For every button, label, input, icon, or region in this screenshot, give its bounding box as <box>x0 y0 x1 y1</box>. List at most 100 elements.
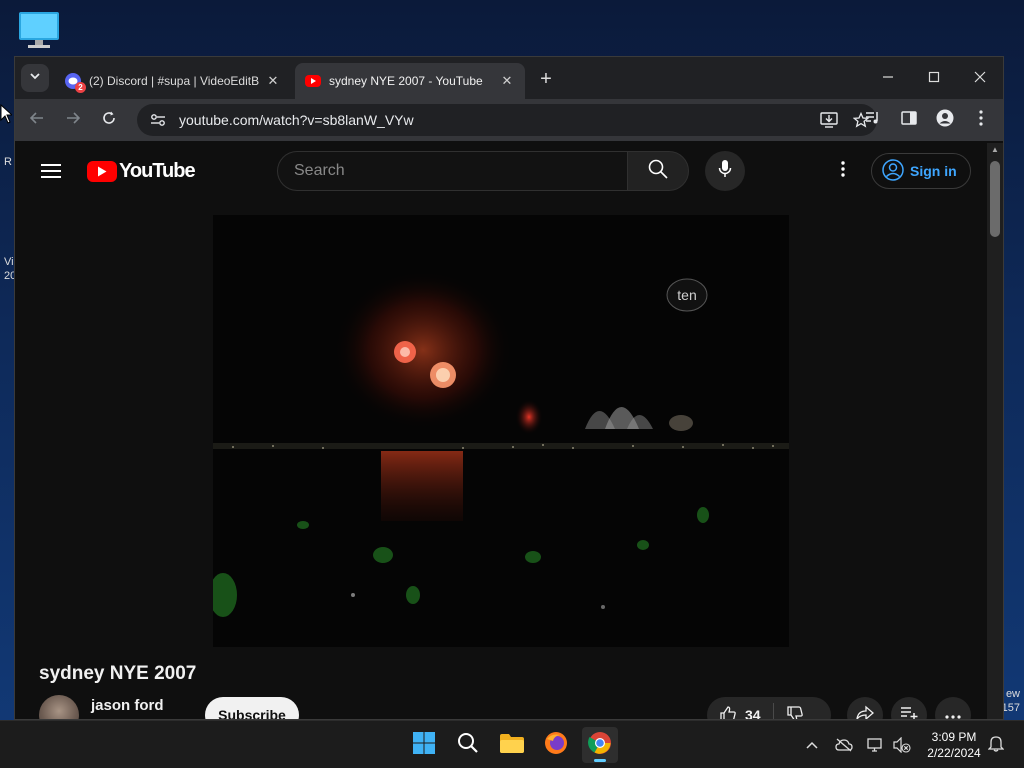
site-info-icon[interactable] <box>143 113 173 127</box>
thumbs-down-icon <box>786 705 804 719</box>
youtube-wordmark: YouTube <box>119 160 196 182</box>
url-text: youtube.com/watch?v=sb8lanW_VYw <box>179 112 414 128</box>
youtube-icon <box>305 75 321 87</box>
tab-discord[interactable]: 2 (2) Discord | #supa | VideoEditB ✕ <box>55 63 291 99</box>
close-icon[interactable]: ✕ <box>265 73 281 89</box>
chevron-up-icon <box>806 736 818 754</box>
youtube-play-icon <box>87 161 117 182</box>
search-input[interactable] <box>294 162 627 180</box>
tab-strip: 2 (2) Discord | #supa | VideoEditB ✕ syd… <box>15 57 1003 99</box>
show-hidden-icons-button[interactable] <box>802 735 822 755</box>
channel-row: jason ford Subscribe 34 <box>39 695 979 720</box>
taskbar-search-button[interactable] <box>450 727 486 763</box>
more-actions-button[interactable] <box>935 697 971 719</box>
tab-title: sydney NYE 2007 - YouTube <box>329 74 483 88</box>
subscribe-button[interactable]: Subscribe <box>205 697 299 719</box>
tab-search-button[interactable] <box>21 64 49 92</box>
tab-title: (2) Discord | #supa | VideoEditB <box>89 74 260 88</box>
side-panel-button[interactable] <box>895 106 923 134</box>
more-horizontal-icon <box>945 706 961 719</box>
windows-logo-icon <box>412 731 436 760</box>
close-icon[interactable]: ✕ <box>499 73 515 89</box>
desktop-partial-text: R <box>4 156 12 168</box>
account-circle-icon <box>882 158 910 184</box>
notifications-button[interactable] <box>986 735 1006 755</box>
chrome-window: 2 (2) Discord | #supa | VideoEditB ✕ syd… <box>14 56 1004 720</box>
clock-date: 2/22/2024 <box>927 746 981 760</box>
dislike-button[interactable] <box>786 705 804 719</box>
search-button[interactable] <box>627 151 689 191</box>
channel-watermark: ten <box>677 287 696 303</box>
search-icon <box>457 732 479 759</box>
profile-button[interactable] <box>931 106 959 134</box>
like-count: 34 <box>745 707 761 720</box>
video-frame: ten <box>213 215 789 647</box>
avatar[interactable] <box>39 695 79 719</box>
mouse-cursor <box>0 103 14 129</box>
install-app-icon[interactable] <box>813 112 845 128</box>
microphone-icon <box>718 159 732 184</box>
start-button[interactable] <box>406 727 442 763</box>
desktop-this-pc-icon[interactable] <box>16 10 62 50</box>
browser-toolbar: youtube.com/watch?v=sb8lanW_VYw <box>15 99 1003 141</box>
minimize-icon <box>882 70 894 86</box>
browser-menu-button[interactable] <box>967 106 995 134</box>
divider <box>772 703 774 719</box>
folder-icon <box>499 732 525 759</box>
thumbs-up-icon <box>719 705 737 719</box>
address-bar[interactable]: youtube.com/watch?v=sb8lanW_VYw <box>137 104 877 136</box>
forward-button[interactable] <box>59 106 87 134</box>
onedrive-icon[interactable] <box>834 735 854 755</box>
desktop-partial-text: 157 <box>1001 702 1020 714</box>
firefox-button[interactable] <box>538 727 574 763</box>
more-vertical-icon <box>841 160 845 182</box>
youtube-logo[interactable]: YouTube <box>87 160 196 183</box>
video-player[interactable]: ten <box>213 215 789 647</box>
chrome-taskbar-button[interactable] <box>582 727 618 763</box>
reload-icon <box>102 111 116 130</box>
search-icon <box>648 159 668 184</box>
discord-icon: 2 <box>65 73 86 93</box>
youtube-page: YouTube Sign in <box>15 143 989 720</box>
media-control-button[interactable] <box>859 106 887 134</box>
back-button[interactable] <box>23 106 51 134</box>
scroll-thumb[interactable] <box>990 161 1000 237</box>
close-window-button[interactable] <box>957 65 1003 91</box>
channel-name[interactable]: jason ford <box>91 697 164 714</box>
clock-time: 3:09 PM <box>931 730 977 744</box>
arrow-right-icon <box>66 111 81 130</box>
video-title: sydney NYE 2007 <box>39 663 197 684</box>
firefox-icon <box>544 731 568 760</box>
tab-youtube[interactable]: sydney NYE 2007 - YouTube ✕ <box>295 63 525 99</box>
settings-menu-button[interactable] <box>831 159 855 183</box>
maximize-button[interactable] <box>911 65 957 91</box>
person-icon <box>936 109 954 132</box>
sign-in-button[interactable]: Sign in <box>871 153 971 189</box>
like-button[interactable]: 34 <box>719 705 761 720</box>
chevron-down-icon <box>29 69 41 87</box>
chrome-icon <box>588 731 612 760</box>
close-icon <box>974 70 986 86</box>
save-to-playlist-button[interactable] <box>891 697 927 719</box>
taskbar: 3:09 PM 2/22/2024 <box>0 720 1024 768</box>
scroll-up-icon[interactable]: ▲ <box>991 145 999 154</box>
share-icon <box>856 705 874 719</box>
search-box <box>277 151 627 191</box>
notification-badge: 2 <box>75 82 86 93</box>
like-dislike-group: 34 <box>707 697 831 720</box>
youtube-header: YouTube Sign in <box>15 143 989 199</box>
network-icon[interactable] <box>866 735 886 755</box>
minimize-button[interactable] <box>865 65 911 91</box>
file-explorer-button[interactable] <box>494 727 530 763</box>
bell-icon <box>987 734 1005 757</box>
playlist-add-icon <box>900 705 918 719</box>
volume-muted-icon[interactable] <box>892 735 912 755</box>
side-panel-icon <box>901 110 917 130</box>
voice-search-button[interactable] <box>705 151 745 191</box>
new-tab-button[interactable]: + <box>533 66 559 92</box>
menu-icon[interactable] <box>39 159 63 183</box>
reload-button[interactable] <box>95 106 123 134</box>
system-clock[interactable]: 3:09 PM 2/22/2024 <box>922 729 986 761</box>
share-button[interactable] <box>847 697 883 719</box>
page-scrollbar[interactable]: ▲ <box>987 143 1003 719</box>
